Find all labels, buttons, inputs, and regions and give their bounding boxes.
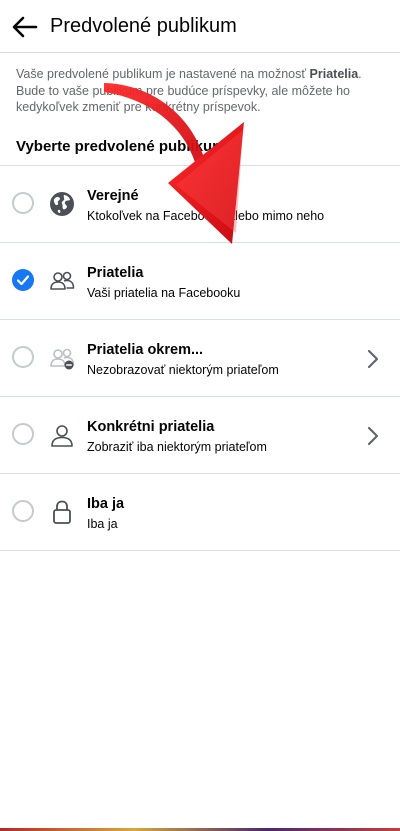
option-specific-friends-description: Zobraziť iba niektorým priateľom xyxy=(87,440,267,454)
back-button[interactable] xyxy=(8,10,42,44)
intro-highlight: Priatelia xyxy=(309,67,359,81)
checkmark-icon xyxy=(16,275,30,286)
option-friends-except-radio[interactable] xyxy=(12,346,34,368)
back-arrow-icon xyxy=(12,16,38,38)
top-app-bar: Predvolené publikum xyxy=(0,0,400,53)
section-title: Vyberte predvolené publikum xyxy=(16,138,226,155)
option-only-me-label: Iba ja xyxy=(87,496,125,512)
option-friends-description: Vaši priatelia na Facebooku xyxy=(87,286,241,300)
option-specific-friends-radio[interactable] xyxy=(12,423,34,445)
option-specific-friends[interactable]: Konkrétni priatelia Zobraziť iba niektor… xyxy=(0,397,400,474)
option-public-label: Verejné xyxy=(87,188,139,204)
intro-text-before: Vaše predvolené publikum je nastavené na… xyxy=(16,67,310,81)
intro-text: Vaše predvolené publikum je nastavené na… xyxy=(16,66,386,116)
globe-icon xyxy=(50,192,74,216)
audience-options-list: Verejné Ktokoľvek na Facebooku alebo mim… xyxy=(0,165,400,551)
page-title: Predvolené publikum xyxy=(50,15,237,37)
specific-friend-icon xyxy=(51,425,73,447)
option-friends-label: Priatelia xyxy=(87,265,144,281)
option-friends-except-label: Priatelia okrem... xyxy=(87,342,204,358)
option-only-me-description: Iba ja xyxy=(87,517,118,531)
option-friends-radio[interactable] xyxy=(12,269,34,291)
option-public[interactable]: Verejné Ktokoľvek na Facebooku alebo mim… xyxy=(0,166,400,243)
option-only-me[interactable]: Iba ja Iba ja xyxy=(0,474,400,551)
friends-except-icon xyxy=(50,348,75,370)
option-public-radio[interactable] xyxy=(12,192,34,214)
friends-icon xyxy=(50,271,75,290)
option-friends[interactable]: Priatelia Vaši priatelia na Facebooku xyxy=(0,243,400,320)
option-public-description: Ktokoľvek na Facebooku alebo mimo neho xyxy=(87,209,325,223)
option-only-me-radio[interactable] xyxy=(12,500,34,522)
chevron-right-icon xyxy=(367,349,379,369)
option-friends-except[interactable]: Priatelia okrem... Nezobrazovať niektorý… xyxy=(0,320,400,397)
chevron-right-icon xyxy=(367,426,379,446)
option-friends-except-description: Nezobrazovať niektorým priateľom xyxy=(87,363,279,377)
lock-icon xyxy=(53,500,71,524)
option-specific-friends-label: Konkrétni priatelia xyxy=(87,419,215,435)
